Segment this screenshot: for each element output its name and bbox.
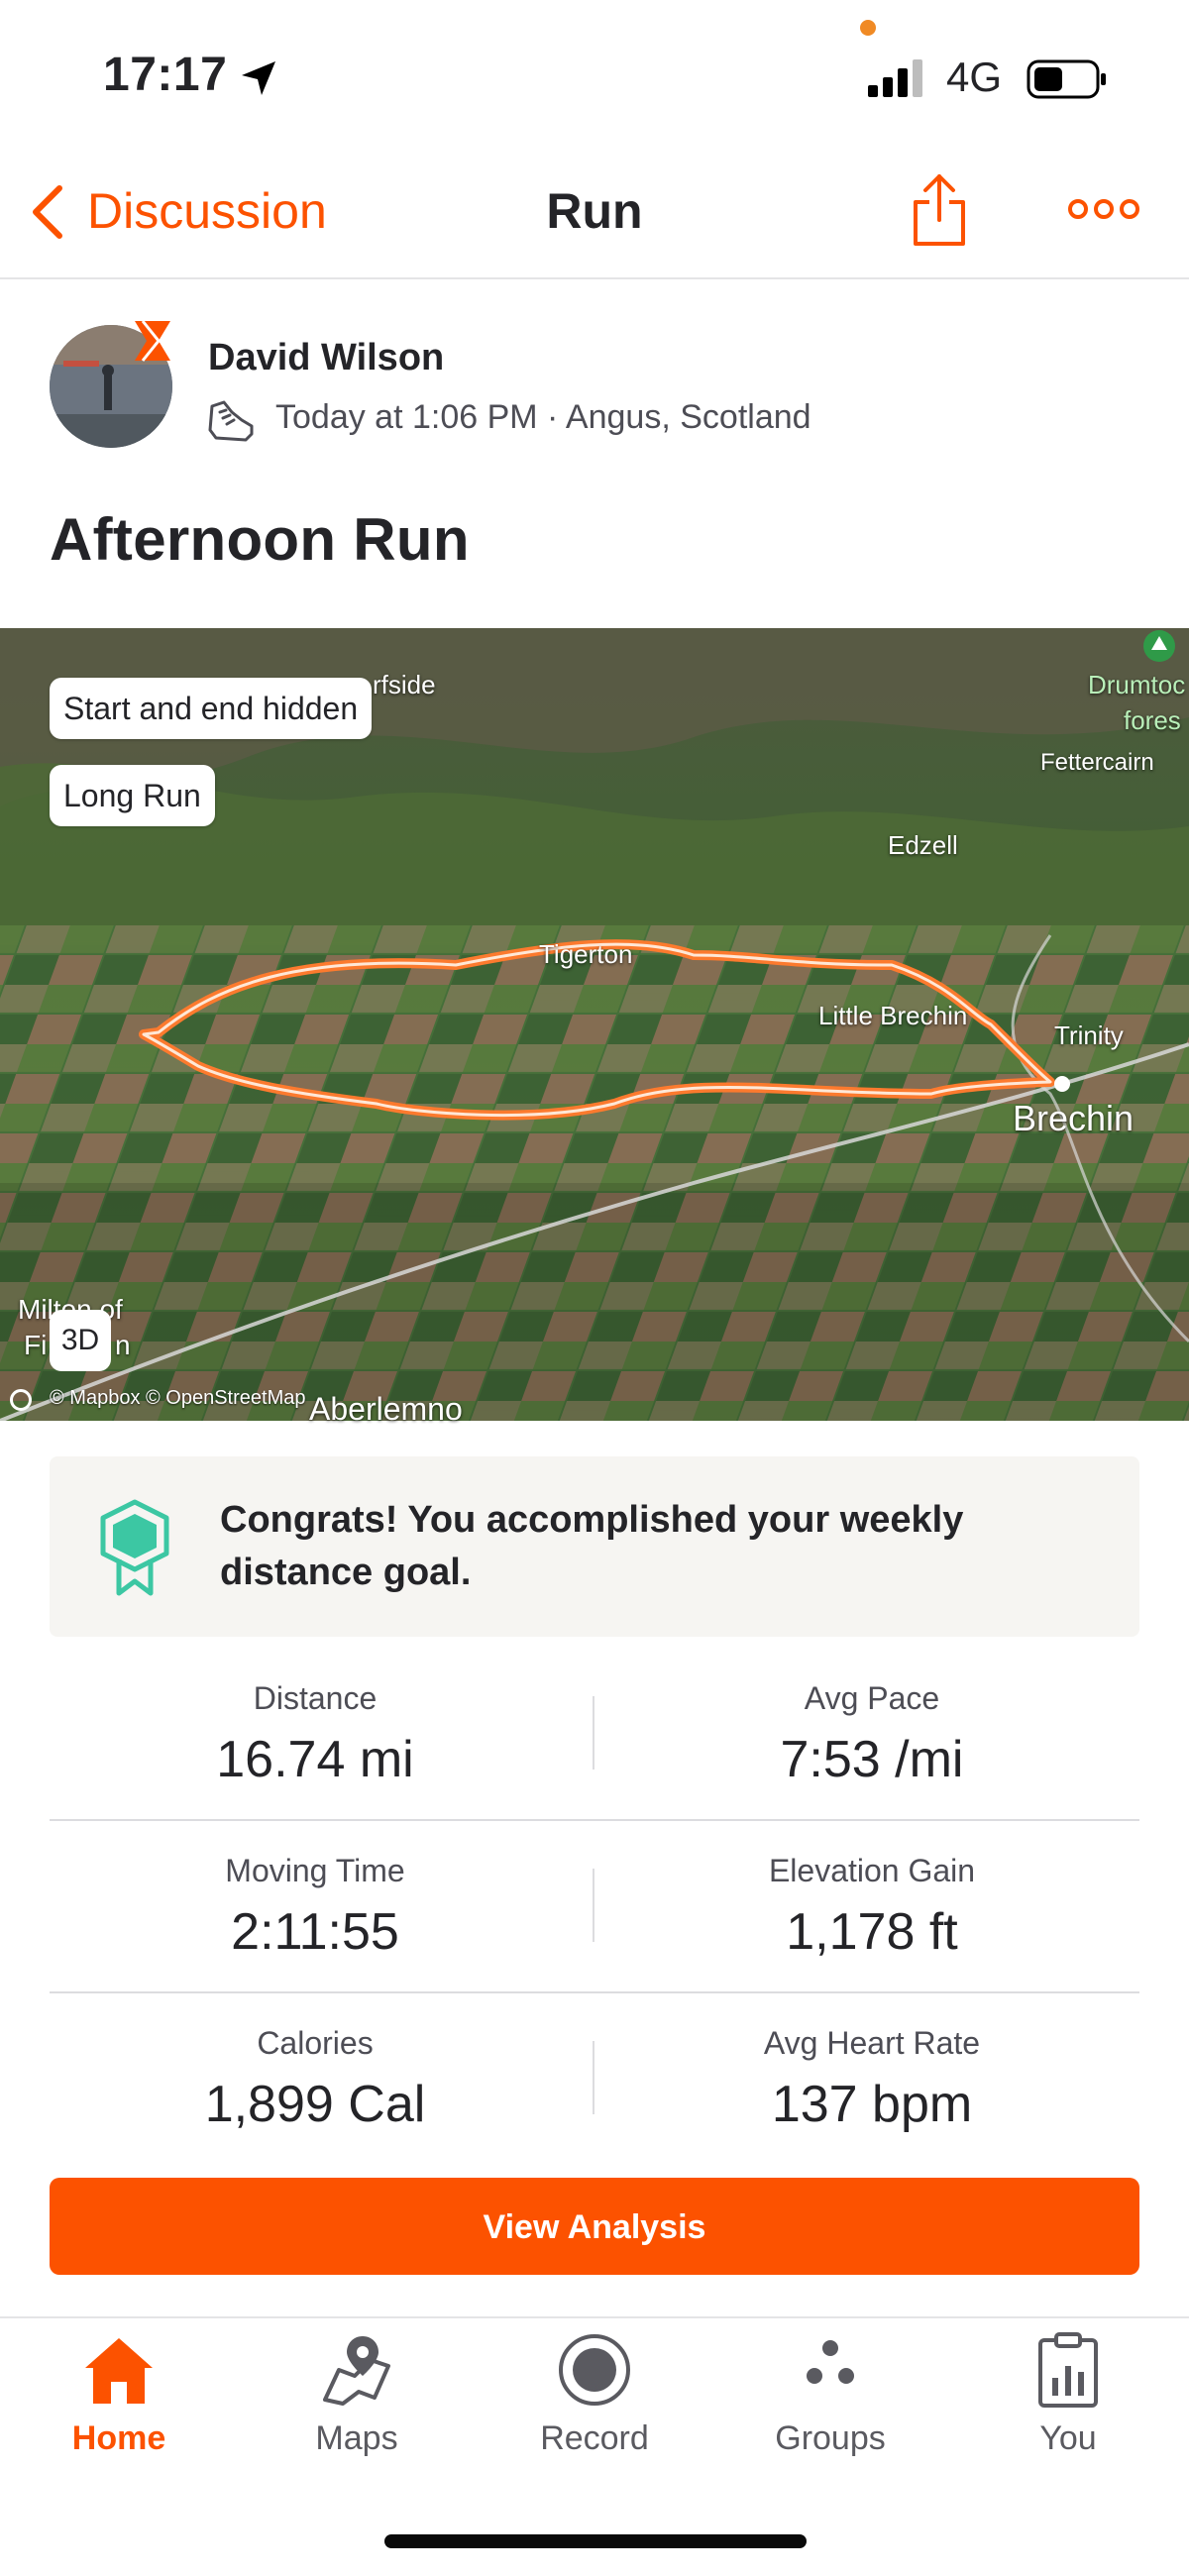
map-place-label: Little Brechin (818, 1001, 968, 1030)
tab-label: Maps (315, 2419, 398, 2457)
home-indicator[interactable] (384, 2534, 807, 2548)
stat-value-distance: 16.74 mi (216, 1731, 414, 1788)
record-icon (559, 2334, 630, 2406)
activity-title: Afternoon Run (50, 506, 470, 573)
privacy-chip: Start and end hidden (50, 678, 373, 739)
goal-message: Congrats! You accomplished your weekly d… (220, 1499, 964, 1593)
more-icon[interactable] (1066, 196, 1141, 222)
run-shoe-icon (208, 400, 254, 442)
battery-icon (1027, 59, 1106, 99)
tab-you[interactable]: You (969, 2330, 1167, 2469)
groups-icon (807, 2340, 854, 2384)
privacy-indicator-dot (860, 20, 876, 36)
stat-value-calories: 1,899 Cal (204, 2076, 426, 2133)
page-title: Run (546, 183, 643, 239)
row-divider (50, 1819, 1139, 1821)
mapbox-logo-icon[interactable] (10, 1389, 32, 1411)
athlete-name[interactable]: David Wilson (208, 337, 444, 379)
goal-badge-icon (100, 1499, 169, 1596)
subscriber-badge-icon (135, 320, 170, 362)
map-place-label: Tigerton (539, 939, 633, 969)
stat-value-avg-pace: 7:53 /mi (780, 1731, 964, 1788)
you-icon (1038, 2332, 1098, 2408)
tab-home[interactable]: Home (20, 2330, 218, 2469)
stat-divider (593, 2041, 594, 2114)
stat-label-moving-time: Moving Time (225, 1853, 405, 1888)
stat-label-distance: Distance (253, 1680, 378, 1716)
map-attribution[interactable]: © Mapbox © OpenStreetMap (50, 1387, 306, 1410)
stat-divider (593, 1696, 594, 1770)
map-place-label: n (115, 1330, 131, 1360)
tab-label: Record (540, 2419, 649, 2457)
status-time: 17:17 (103, 49, 228, 101)
activity-meta: Today at 1:06 PM · Angus, Scotland (275, 398, 811, 436)
map-place-label: Edzell (888, 830, 958, 860)
map-place-label: Fettercairn (1040, 749, 1154, 776)
tab-record[interactable]: Record (495, 2330, 694, 2469)
workout-type-chip: Long Run (50, 765, 215, 826)
route-map[interactable] (0, 628, 1189, 1421)
maps-icon (323, 2336, 390, 2406)
network-type: 4G (946, 54, 1003, 100)
map-place-label: Drumtoc (1088, 670, 1186, 699)
tab-label: You (1039, 2419, 1097, 2457)
map-place-label: fores (1124, 705, 1181, 735)
tab-maps[interactable]: Maps (258, 2330, 456, 2469)
location-arrow-icon (242, 61, 275, 95)
stat-value-elevation-gain: 1,178 ft (786, 1903, 958, 1961)
cellular-signal-icon (868, 59, 922, 97)
tab-label: Groups (775, 2419, 886, 2457)
stat-label-avg-pace: Avg Pace (804, 1680, 940, 1716)
map-place-label: Fi (24, 1330, 48, 1360)
map-3d-toggle-button[interactable]: 3D (50, 1310, 111, 1371)
stat-label-avg-heart-rate: Avg Heart Rate (763, 2025, 981, 2061)
row-divider (50, 1991, 1139, 1993)
map-place-label: Trinity (1054, 1020, 1124, 1050)
map-place-label: Brechin (1013, 1098, 1135, 1138)
map-place-label: Aberlemno (309, 1391, 463, 1427)
map-place-label: rfside (373, 670, 436, 699)
stat-divider (593, 1869, 594, 1942)
view-analysis-button[interactable]: View Analysis (50, 2178, 1139, 2275)
tab-groups[interactable]: Groups (731, 2330, 929, 2469)
stat-label-calories: Calories (257, 2025, 374, 2061)
tab-label: Home (71, 2419, 166, 2457)
stat-value-moving-time: 2:11:55 (231, 1903, 399, 1961)
share-icon[interactable] (908, 170, 971, 250)
stat-label-elevation-gain: Elevation Gain (768, 1853, 976, 1888)
home-icon (85, 2338, 153, 2404)
stat-value-avg-heart-rate: 137 bpm (771, 2076, 973, 2133)
